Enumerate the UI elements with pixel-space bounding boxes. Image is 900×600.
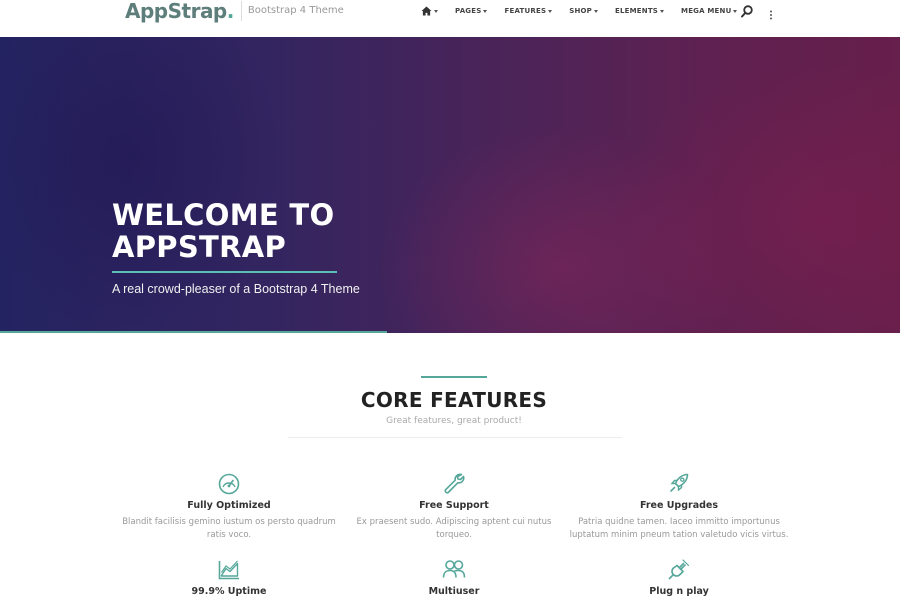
chevron-down-icon [434,10,438,13]
feature-description: Blandit facilisis gemino iustum os perst… [122,517,336,540]
slider-progress-bar [0,331,387,333]
home-icon [421,6,432,16]
feature-title: 99.9% Uptime [191,586,267,597]
hero-subtitle: A real crowd-pleaser of a Bootstrap 4 Th… [112,282,360,296]
section-title: CORE FEATURES [360,388,548,412]
feature-card: Free Support Ex praesent sudo. Adipiscin… [344,470,564,542]
nav-item-shop[interactable]: SHOP [569,0,598,22]
chevron-down-icon [733,10,738,13]
feature-card: Free Upgrades Patria quidne tamen. Iaceo… [569,470,789,542]
more-options-button[interactable] [768,5,774,24]
hero-banner: WELCOME TO APPSTRAP A real crowd-pleaser… [0,37,900,333]
nav-item-label: SHOP [569,7,592,15]
feature-card: 99.9% Uptime [119,556,339,597]
nav-item-mega-menu[interactable]: MEGA MENU [681,0,738,22]
feature-title: Free Support [419,500,489,511]
feature-card: Plug n play [569,556,789,597]
nav-item-home[interactable] [421,0,438,22]
feature-description: Patria quidne tamen. Iaceo immitto impor… [569,517,789,540]
navbar: AppStrap. Bootstrap 4 Theme PAGES FEATUR… [0,0,900,37]
section-subtitle: Great features, great product! [386,416,522,426]
nav-item-features[interactable]: FEATURES [504,0,553,22]
nav-item-pages[interactable]: PAGES [455,0,488,22]
nav-item-elements[interactable]: ELEMENTS [614,0,665,22]
speedometer-icon [218,473,240,495]
brand-divider [240,1,242,21]
chevron-down-icon [548,10,553,13]
search-button[interactable] [741,3,753,22]
brand-name: AppStrap. [125,0,234,23]
feature-title: Fully Optimized [187,500,271,511]
plug-icon [668,559,690,580]
section-title-accent-line [421,376,487,378]
search-icon [741,5,753,18]
area-chart-icon [218,560,239,580]
more-vertical-icon [770,10,772,20]
chevron-down-icon [593,10,598,13]
chevron-down-icon [660,10,665,13]
brand-tagline: Bootstrap 4 Theme [247,5,344,16]
nav-item-label: ELEMENTS [614,7,659,15]
main-nav: PAGES FEATURES SHOP ELEMENTS MEGA MENU [421,0,754,22]
nav-item-label: PAGES [455,7,482,15]
feature-card: Multiuser [344,556,564,597]
feature-title: Free Upgrades [639,500,719,511]
rocket-icon [670,473,689,492]
section-divider [288,437,622,438]
brand-logo[interactable]: AppStrap. Bootstrap 4 Theme [125,0,344,22]
feature-card: Fully Optimized Blandit facilisis gemino… [119,470,339,542]
hero-title-underline [112,271,337,273]
chevron-down-icon [483,10,488,13]
wrench-icon [444,473,465,494]
users-icon [442,560,466,578]
feature-title: Multiuser [428,586,480,597]
nav-item-label: MEGA MENU [681,7,732,15]
feature-title: Plug n play [649,586,709,597]
feature-description: Ex praesent sudo. Adipiscing aptent cui … [356,517,552,540]
hero-title: WELCOME TO APPSTRAP [112,198,335,264]
nav-item-label: FEATURES [504,7,547,15]
